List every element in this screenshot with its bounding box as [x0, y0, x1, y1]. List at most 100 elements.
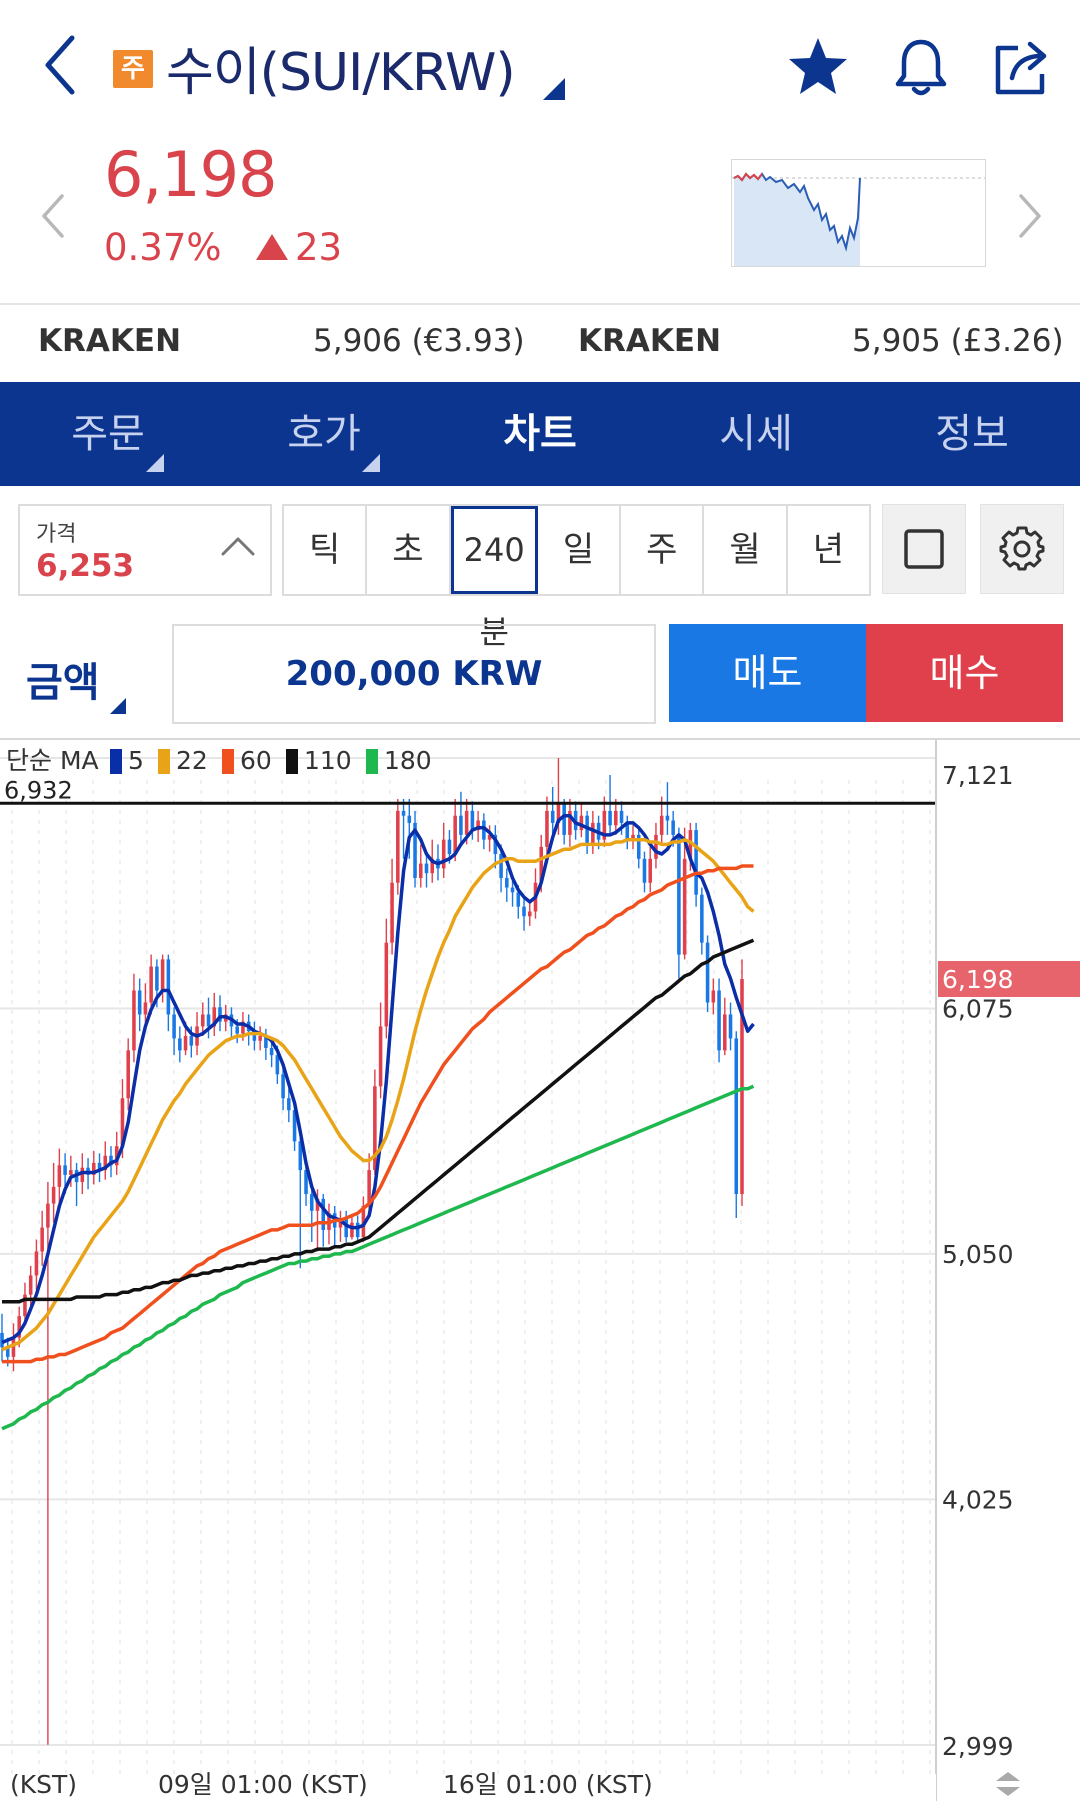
candle-body — [281, 1074, 285, 1099]
candle-body — [608, 810, 612, 826]
x-tick-label: 09일 01:00 (KST) — [158, 1770, 368, 1799]
ma-line-110 — [2, 938, 755, 1304]
legend-item-label: 180 — [384, 746, 432, 775]
candle-body — [189, 1035, 194, 1046]
legend-item-label: 110 — [304, 746, 352, 775]
legend-item-label: 60 — [240, 746, 272, 775]
candle-body — [143, 1002, 148, 1015]
candle-body — [137, 990, 142, 1015]
candle-body — [694, 830, 698, 895]
candle-body — [700, 894, 704, 943]
legend-prefix: 단순 MA — [6, 746, 99, 775]
candle-body — [126, 1050, 130, 1099]
period-tick-button[interactable]: 틱 — [284, 506, 368, 594]
period-year-button[interactable]: 년 — [788, 506, 869, 594]
legend-item-label: 22 — [176, 746, 208, 775]
ma-line-180 — [1, 1084, 755, 1431]
legend-item-label: 5 — [128, 746, 144, 775]
ma-line-22 — [1, 837, 755, 1352]
current-price-marker-label: 6,198 — [942, 965, 1014, 994]
sparkline-graphic — [732, 172, 985, 266]
ma-line-5 — [1, 813, 755, 1345]
tab-orderbook[interactable]: 호가 — [216, 382, 432, 486]
share-icon[interactable] — [990, 34, 1056, 100]
chart-settings-button[interactable] — [980, 504, 1064, 594]
period-second-button[interactable]: 초 — [367, 506, 451, 594]
tab-quotes-label: 시세 — [719, 411, 793, 457]
candle-body — [470, 810, 475, 831]
alert-bell-icon[interactable] — [888, 34, 954, 100]
candle-body — [132, 990, 136, 1051]
tab-order-label: 주문 — [71, 411, 145, 457]
favorite-star-icon[interactable] — [785, 34, 851, 100]
candle-body — [172, 1014, 176, 1039]
tab-orderbook-label: 호가 — [287, 411, 361, 457]
candle-body — [648, 858, 652, 883]
x-axis: (KST) 09일 01:00 (KST) 16일 01:00 (KST) — [0, 1770, 936, 1801]
tab-chart[interactable]: 차트 — [432, 382, 648, 486]
exchange-value-2: 5,905 (£3.26) — [852, 323, 1064, 359]
tab-order-dropdown-icon — [146, 454, 164, 472]
sell-button[interactable]: 매도 — [669, 624, 866, 722]
fullscreen-toggle-button[interactable] — [882, 504, 966, 594]
exchange-value-1: 5,906 (€3.93) — [313, 323, 525, 359]
back-arrow-icon[interactable] — [40, 30, 80, 100]
period-day-button[interactable]: 일 — [538, 506, 622, 594]
buy-button[interactable]: 매수 — [866, 624, 1063, 722]
header-bar: 주 수이(SUI/KRW) — [0, 0, 1080, 140]
amount-dropdown-icon[interactable] — [110, 698, 126, 714]
candle-body — [258, 1035, 262, 1041]
candle-body — [40, 1227, 44, 1252]
y-axis: 7,121 6,075 5,050 4,025 2,999 6,198 — [938, 761, 1080, 1761]
asset-title[interactable]: 수이(SUI/KRW) — [166, 30, 516, 105]
candle-body — [522, 906, 526, 917]
period-week-button[interactable]: 주 — [621, 506, 705, 594]
candle-body — [717, 990, 721, 1051]
candle-body — [63, 1165, 67, 1175]
candle-body — [654, 834, 658, 859]
tab-info[interactable]: 정보 — [864, 382, 1080, 486]
period-month-button[interactable]: 월 — [704, 506, 788, 594]
candle-body — [206, 1014, 211, 1027]
price-selector-value: 6,253 — [36, 548, 135, 584]
legend-swatch — [286, 749, 298, 774]
price-selector[interactable]: 가격 6,253 — [18, 504, 272, 596]
candle-body — [550, 810, 555, 823]
candle-body — [665, 815, 670, 821]
chevron-up-icon — [221, 537, 255, 556]
next-asset-chevron-icon[interactable] — [1015, 192, 1045, 240]
reference-price-label: 6,932 — [4, 776, 73, 804]
period-selector: 틱 초 240분 일 주 월 년 — [282, 504, 871, 651]
exchange-name-1: KRAKEN — [38, 323, 182, 359]
legend-swatch — [366, 749, 378, 774]
y-tick-label: 2,999 — [942, 1732, 1014, 1761]
tab-quotes[interactable]: 시세 — [648, 382, 864, 486]
previous-asset-chevron-icon[interactable] — [38, 192, 68, 240]
candle-body — [671, 820, 675, 835]
candle-body — [287, 1098, 291, 1111]
amount-input[interactable]: 200,000 KRW — [172, 624, 656, 724]
period-240min-button[interactable]: 240분 — [450, 506, 538, 651]
candle-body — [390, 882, 394, 943]
tab-info-label: 정보 — [935, 411, 1009, 457]
candle-body — [396, 810, 400, 883]
candle-body — [499, 854, 503, 878]
amount-type-selector[interactable]: 금액 — [26, 650, 100, 708]
title-dropdown-icon[interactable] — [543, 78, 565, 100]
candle-body — [453, 815, 457, 855]
change-amount: 23 — [295, 226, 343, 269]
candle-body — [160, 959, 165, 991]
tab-orderbook-dropdown-icon — [362, 454, 380, 472]
candle-body — [711, 990, 716, 1003]
candlestick-chart[interactable]: 6,932 7,121 6,075 5,050 4,025 2,999 6,198 (KS… — [0, 740, 1080, 1801]
candle-body — [378, 1026, 383, 1087]
mini-sparkline-chart[interactable] — [731, 159, 986, 267]
section-tab-bar: 주문 호가 차트 시세 정보 — [0, 382, 1080, 486]
market-tag-badge: 주 — [113, 50, 153, 88]
tab-order[interactable]: 주문 — [0, 382, 216, 486]
y-tick-label: 5,050 — [942, 1240, 1014, 1269]
chart-scroll-handle-icon[interactable] — [996, 1772, 1020, 1796]
candle-body — [166, 959, 171, 1015]
candle-body — [200, 1014, 205, 1027]
current-price: 6,198 — [104, 138, 277, 211]
